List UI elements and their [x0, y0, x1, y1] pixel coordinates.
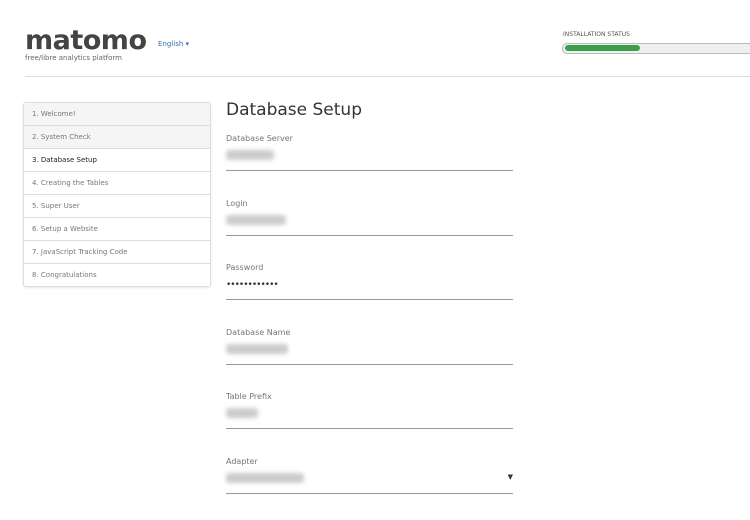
database-name-input-redacted[interactable]	[226, 344, 288, 354]
database-name-label: Database Name	[226, 328, 291, 337]
chevron-down-icon: ▾	[185, 40, 190, 48]
password-input[interactable]: ••••••••••••	[226, 280, 279, 290]
step-super-user: 5. Super User	[24, 194, 210, 217]
adapter-field[interactable]: Adapter ▼	[226, 457, 513, 507]
adapter-label: Adapter	[226, 457, 258, 466]
database-server-input-redacted[interactable]	[226, 150, 274, 160]
installation-status-label: INSTALLATION STATUS	[563, 31, 630, 38]
login-input-redacted[interactable]	[226, 215, 286, 225]
step-creating-tables: 4. Creating the Tables	[24, 171, 210, 194]
login-field[interactable]: Login	[226, 199, 513, 249]
database-name-field[interactable]: Database Name	[226, 328, 513, 378]
login-label: Login	[226, 199, 248, 208]
database-server-field[interactable]: Database Server	[226, 134, 513, 184]
tagline: free/libre analytics platform	[25, 54, 123, 62]
input-underline	[226, 235, 513, 236]
adapter-select-redacted[interactable]	[226, 473, 304, 483]
input-underline	[226, 299, 513, 300]
step-tracking-code: 7. JavaScript Tracking Code	[24, 240, 210, 263]
input-underline	[226, 170, 513, 171]
language-selector[interactable]: English ▾	[158, 40, 189, 48]
table-prefix-label: Table Prefix	[226, 392, 272, 401]
installation-progress-bar	[562, 43, 750, 54]
table-prefix-field[interactable]: Table Prefix	[226, 392, 513, 442]
language-label: English	[158, 40, 184, 48]
page-title: Database Setup	[226, 100, 362, 120]
input-underline	[226, 428, 513, 429]
header-divider	[25, 76, 750, 77]
step-congratulations: 8. Congratulations	[24, 263, 210, 286]
password-label: Password	[226, 263, 264, 272]
matomo-logo: matomo	[25, 25, 147, 56]
table-prefix-input-redacted[interactable]	[226, 408, 258, 418]
installation-steps: 1. Welcome! 2. System Check 3. Database …	[23, 102, 211, 287]
step-system-check: 2. System Check	[24, 125, 210, 148]
input-underline	[226, 493, 513, 494]
input-underline	[226, 364, 513, 365]
step-database-setup: 3. Database Setup	[24, 148, 210, 171]
password-field[interactable]: Password ••••••••••••	[226, 263, 513, 313]
database-server-label: Database Server	[226, 134, 293, 143]
progress-fill	[565, 45, 640, 51]
step-setup-website: 6. Setup a Website	[24, 217, 210, 240]
caret-down-icon[interactable]: ▼	[508, 473, 513, 481]
step-welcome: 1. Welcome!	[24, 103, 210, 125]
